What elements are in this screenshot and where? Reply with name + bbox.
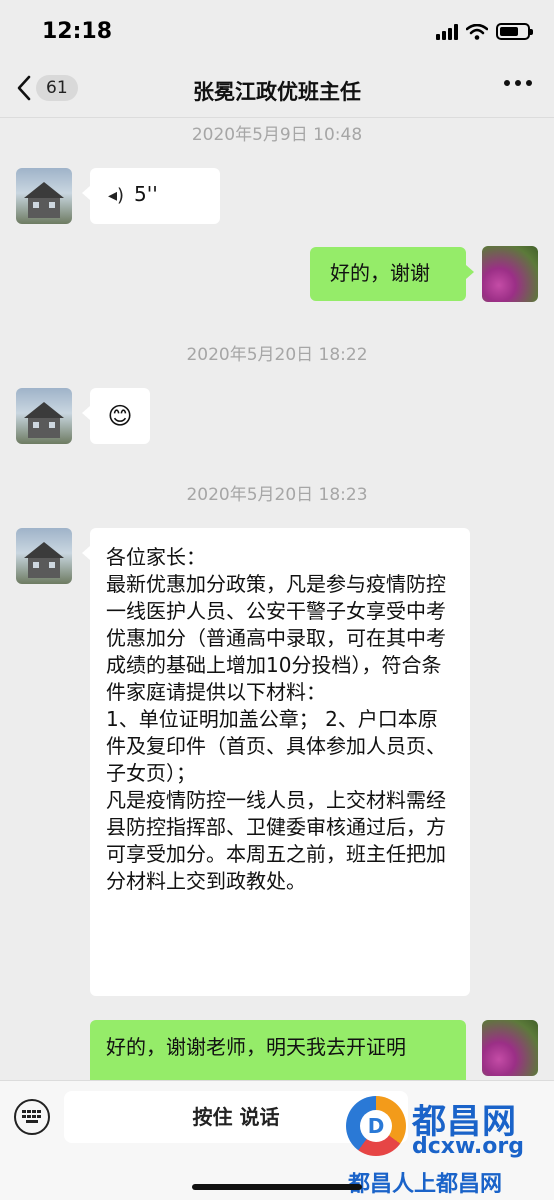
keyboard-icon — [22, 1110, 41, 1123]
emoji-message-bubble[interactable]: 😊 — [82, 388, 150, 444]
sent-message-bubble[interactable]: 好的，谢谢 — [310, 247, 474, 301]
more-dot-icon — [526, 80, 532, 86]
contact-avatar[interactable] — [16, 168, 72, 224]
status-bar: 12:18 — [0, 0, 554, 60]
sent-message-bubble[interactable]: 好的，谢谢老师，明天我去开证明 — [90, 1020, 466, 1080]
watermark-url: dcxw.org — [412, 1134, 524, 1159]
home-indicator — [192, 1184, 362, 1190]
voice-message-bubble[interactable]: ◂) 5'' — [82, 168, 220, 224]
nav-bar: 61 张冕江政优班主任 — [0, 60, 554, 118]
my-avatar[interactable] — [482, 246, 538, 302]
voice-duration: 5'' — [134, 182, 158, 206]
status-time: 12:18 — [42, 19, 113, 44]
wifi-icon — [466, 23, 488, 40]
message-timestamp: 2020年5月20日 18:22 — [186, 345, 368, 365]
smile-emoji-icon: 😊 — [107, 402, 133, 430]
chat-title: 张冕江政优班主任 — [193, 80, 361, 104]
message-timestamp: 2020年5月9日 10:48 — [191, 125, 363, 145]
contact-avatar[interactable] — [16, 388, 72, 444]
my-avatar[interactable] — [482, 1020, 538, 1076]
more-dot-icon — [515, 80, 521, 86]
site-logo: D — [346, 1096, 406, 1156]
more-dot-icon — [504, 80, 510, 86]
cellular-signal-icon — [436, 23, 458, 40]
more-options-button[interactable] — [504, 80, 532, 86]
notice-message-bubble[interactable]: 各位家长： 最新优惠加分政策，凡是参与疫情防控一线医护人员、公安干警子女享受中考… — [82, 528, 470, 996]
keyboard-toggle-button[interactable] — [14, 1099, 50, 1135]
status-icons — [436, 23, 533, 40]
sent-message-text: 好的，谢谢 — [330, 261, 430, 285]
contact-avatar[interactable] — [16, 528, 72, 584]
voice-wave-icon: ◂) — [108, 185, 125, 206]
chat-screen: 12:18 61 张冕江政优班主任 2020年5月9日 10:48 ◂) 5''… — [0, 0, 554, 1200]
site-watermark: D 都昌网 dcxw.org 都昌人上都昌网 — [340, 1090, 550, 1200]
notice-message-text: 各位家长： 最新优惠加分政策，凡是参与疫情防控一线医护人员、公安干警子女享受中考… — [106, 545, 446, 893]
message-list[interactable]: 2020年5月9日 10:48 ◂) 5'' 好的，谢谢 2020年5月20日 … — [0, 118, 554, 1080]
watermark-slogan: 都昌人上都昌网 — [348, 1172, 503, 1197]
battery-icon — [496, 23, 533, 40]
sent-message-text: 好的，谢谢老师，明天我去开证明 — [106, 1035, 406, 1059]
message-timestamp: 2020年5月20日 18:23 — [186, 485, 368, 505]
